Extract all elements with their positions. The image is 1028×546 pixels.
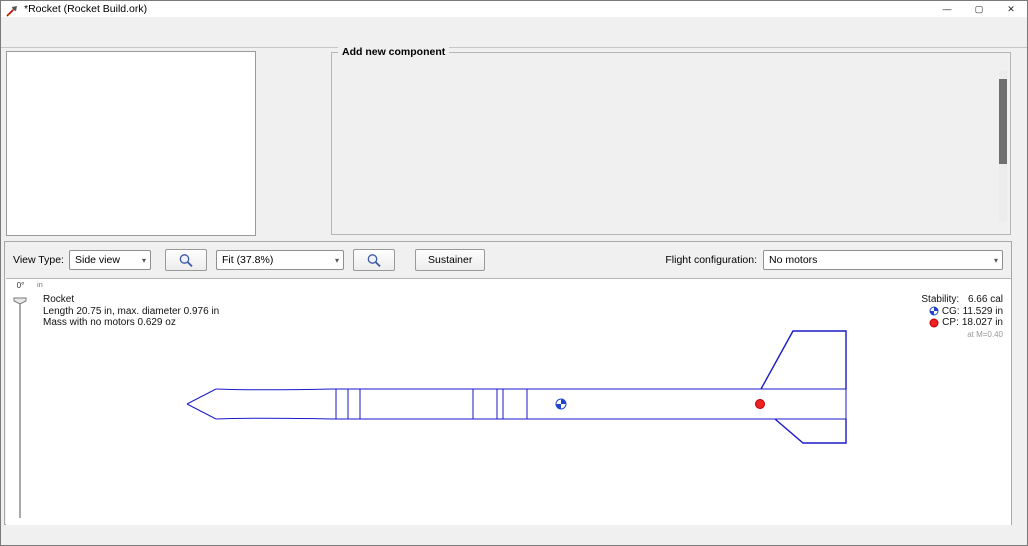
menu-bar bbox=[1, 17, 1027, 31]
stability-info: Stability: 6.66 cal CG:11.529 in CP:18.0… bbox=[921, 294, 1003, 340]
add-component-panel: Add new component bbox=[331, 52, 1011, 235]
cp-legend-icon bbox=[929, 318, 939, 328]
chevron-down-icon: ▾ bbox=[335, 256, 339, 265]
mach-note: at M=0.40 bbox=[921, 329, 1003, 341]
component-tree[interactable] bbox=[6, 51, 256, 236]
scrollbar-thumb[interactable] bbox=[999, 79, 1007, 164]
openrocket-window: *Rocket (Rocket Build.ork) — ▢ ✕ Add new… bbox=[0, 0, 1028, 546]
title-bar: *Rocket (Rocket Build.ork) — ▢ ✕ bbox=[1, 1, 1027, 18]
zoom-in-button[interactable] bbox=[353, 249, 395, 271]
flight-config-label: Flight configuration: bbox=[665, 254, 757, 266]
component-panel-scrollbar[interactable] bbox=[999, 71, 1007, 221]
rocket-diagram[interactable] bbox=[35, 294, 1011, 525]
tube-section[interactable] bbox=[503, 389, 527, 419]
horizontal-ruler bbox=[35, 279, 1011, 294]
chevron-down-icon: ▾ bbox=[994, 256, 998, 265]
rocket-info: Rocket Length 20.75 in, max. diameter 0.… bbox=[43, 294, 219, 329]
zoom-out-button[interactable] bbox=[165, 249, 207, 271]
zoom-level-select[interactable]: Fit (37.8%)▾ bbox=[216, 250, 344, 270]
close-button[interactable]: ✕ bbox=[995, 1, 1027, 17]
design-view-panel: View Type: Side view▾ Fit (37.8%)▾ Susta… bbox=[4, 241, 1012, 525]
app-rocket-icon bbox=[6, 4, 18, 15]
cp-marker bbox=[756, 400, 765, 409]
cg-marker bbox=[556, 399, 566, 409]
view-type-select[interactable]: Side view▾ bbox=[69, 250, 151, 270]
top-fin[interactable] bbox=[761, 331, 846, 389]
add-component-title: Add new component bbox=[338, 46, 449, 58]
stage-toggle-sustainer[interactable]: Sustainer bbox=[415, 249, 485, 271]
rotation-angle-label: 0° bbox=[6, 279, 35, 293]
nose-cone-outline[interactable] bbox=[216, 389, 336, 390]
bottom-fin[interactable] bbox=[775, 419, 846, 443]
magnifier-icon bbox=[366, 253, 382, 268]
maximize-button[interactable]: ▢ bbox=[963, 1, 995, 17]
chevron-down-icon: ▾ bbox=[142, 256, 146, 265]
slider-handle[interactable] bbox=[14, 298, 26, 304]
tree-action-buttons bbox=[266, 51, 322, 236]
nose-shoulder[interactable] bbox=[348, 389, 360, 419]
tab-bar bbox=[1, 31, 1027, 48]
transition-section[interactable] bbox=[473, 389, 497, 419]
magnifier-icon bbox=[178, 253, 194, 268]
cg-legend-icon bbox=[929, 306, 939, 316]
rotation-slider[interactable] bbox=[6, 294, 33, 525]
view-toolbar: View Type: Side view▾ Fit (37.8%)▾ Susta… bbox=[5, 242, 1011, 278]
view-type-label: View Type: bbox=[13, 254, 64, 266]
flight-config-select[interactable]: No motors▾ bbox=[763, 250, 1003, 270]
minimize-button[interactable]: — bbox=[931, 1, 963, 17]
window-title: *Rocket (Rocket Build.ork) bbox=[24, 3, 147, 15]
status-bar bbox=[1, 526, 1027, 546]
rocket-canvas[interactable]: 0° in bbox=[6, 278, 1011, 525]
